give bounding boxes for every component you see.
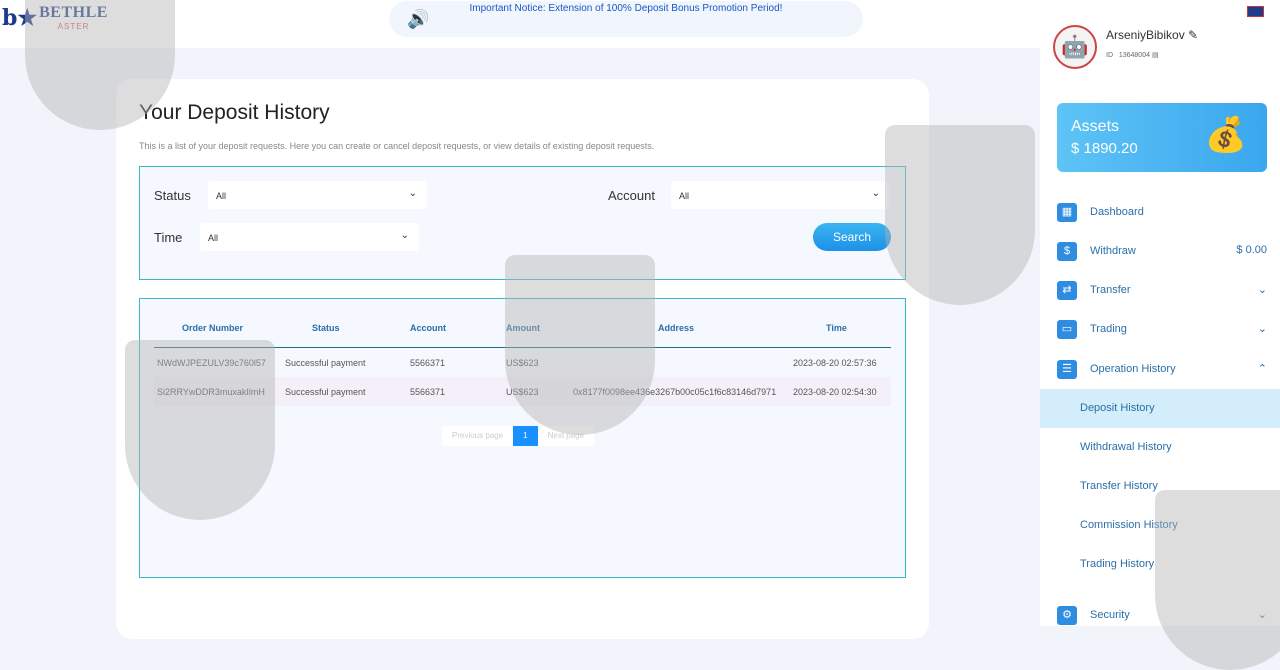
column-header: Status bbox=[312, 323, 340, 333]
nav-trading[interactable]: ▭ Trading ⌄ bbox=[1040, 310, 1280, 349]
column-header: Time bbox=[826, 323, 847, 333]
account-value: All bbox=[679, 191, 690, 201]
notice-text[interactable]: Important Notice: Extension of 100% Depo… bbox=[389, 3, 863, 14]
user-id: ID 13648004 ▤ bbox=[1106, 51, 1159, 59]
nav-label: Withdraw bbox=[1090, 245, 1136, 257]
trading-icon: ▭ bbox=[1057, 320, 1077, 339]
time-label: Time bbox=[154, 230, 183, 245]
account-label: Account bbox=[608, 188, 655, 203]
order-number: Si2RRYwDDR3muxakIlmH bbox=[157, 387, 265, 397]
nav-withdraw[interactable]: $ Withdraw $ 0.00 bbox=[1040, 232, 1280, 271]
nav-label: Dashboard bbox=[1090, 206, 1144, 218]
chevron-down-icon: ⌄ bbox=[1257, 284, 1267, 296]
nav-operation-history[interactable]: ☰ Operation History ⌃ bbox=[1040, 350, 1280, 389]
assets-card: Assets $ 1890.20 💰 bbox=[1057, 103, 1267, 172]
table-row[interactable]: NWdWJPEZULV39c760l57 Successful payment … bbox=[154, 348, 891, 377]
deposit-table: Order Number Status Account Amount Addre… bbox=[139, 298, 906, 578]
page-title: Your Deposit History bbox=[139, 101, 330, 124]
status-select[interactable]: All ⌄ bbox=[208, 181, 427, 209]
chevron-up-icon: ⌃ bbox=[1257, 363, 1267, 375]
status-cell: Successful payment bbox=[285, 387, 366, 397]
amount-cell: US$623 bbox=[506, 358, 539, 368]
username: ArseniyBibikov ✎ bbox=[1106, 28, 1198, 42]
logo-subtext: ASTER bbox=[57, 22, 90, 31]
nav-trading-history[interactable]: Trading History bbox=[1040, 545, 1280, 584]
page-1-button[interactable]: 1 bbox=[513, 426, 538, 446]
nav-label: Trading History bbox=[1080, 558, 1155, 570]
withdraw-amount: $ 0.00 bbox=[1236, 244, 1267, 256]
username-text: ArseniyBibikov bbox=[1106, 28, 1185, 42]
filter-panel: Status All ⌄ Account All ⌄ Time All ⌄ Searc… bbox=[139, 166, 906, 280]
column-header: Order Number bbox=[182, 323, 244, 333]
id-value: 13648004 bbox=[1118, 52, 1150, 59]
uk-flag-icon[interactable] bbox=[1247, 6, 1264, 17]
nav-commission-history[interactable]: Commission History bbox=[1040, 506, 1280, 545]
next-page-button[interactable]: Next page bbox=[537, 426, 595, 446]
nav-deposit-history[interactable]: Deposit History bbox=[1040, 389, 1280, 428]
nav-label: Operation History bbox=[1090, 363, 1176, 375]
table-row[interactable]: Si2RRYwDDR3muxakIlmH Successful payment … bbox=[154, 377, 891, 406]
account-select[interactable]: All ⌄ bbox=[671, 181, 890, 209]
search-button[interactable]: Search bbox=[813, 223, 891, 251]
notice-banner[interactable]: 🔊 Important Notice: Extension of 100% De… bbox=[389, 1, 863, 37]
time-cell: 2023-08-20 02:54:30 bbox=[793, 387, 877, 397]
page-description: This is a list of your deposit requests.… bbox=[139, 141, 655, 151]
account-cell: 5566371 bbox=[410, 387, 446, 397]
account-cell: 5566371 bbox=[410, 358, 446, 368]
logo-mark-icon: b★ bbox=[2, 4, 38, 31]
top-bar: b★ BETHLE ASTER 🔊 Important Notice: Exten… bbox=[0, 0, 1040, 48]
transfer-icon: ⇄ bbox=[1057, 281, 1077, 300]
nav-withdrawal-history[interactable]: Withdrawal History bbox=[1040, 428, 1280, 467]
nav-transfer-history[interactable]: Transfer History bbox=[1040, 467, 1280, 506]
nav-label: Security bbox=[1090, 609, 1130, 621]
nav-transfer[interactable]: ⇄ Transfer ⌄ bbox=[1040, 271, 1280, 310]
nav-label: Trading bbox=[1090, 323, 1127, 335]
avatar[interactable]: 🤖 bbox=[1053, 25, 1097, 69]
chevron-down-icon: ⌄ bbox=[871, 188, 880, 199]
gear-icon: ⚙ bbox=[1057, 606, 1077, 625]
previous-page-button[interactable]: Previous page bbox=[442, 426, 514, 446]
status-value: All bbox=[216, 191, 227, 201]
amount-cell: US$623 bbox=[506, 387, 539, 397]
column-header: Address bbox=[658, 323, 695, 333]
status-label: Status bbox=[154, 188, 191, 203]
assets-label: Assets bbox=[1071, 118, 1120, 135]
chevron-down-icon: ⌄ bbox=[1257, 323, 1267, 335]
status-cell: Successful payment bbox=[285, 358, 366, 368]
chevron-down-icon: ⌄ bbox=[408, 188, 417, 199]
nav-security[interactable]: ⚙ Security ⌄ bbox=[1040, 596, 1280, 635]
history-icon: ☰ bbox=[1057, 360, 1077, 379]
sidebar: 🤖 ArseniyBibikov ✎ ID 13648004 ▤ Assets … bbox=[1040, 0, 1280, 626]
order-number: NWdWJPEZULV39c760l57 bbox=[157, 358, 266, 368]
edit-icon[interactable]: ✎ bbox=[1188, 28, 1198, 42]
nav-label: Deposit History bbox=[1080, 402, 1155, 414]
nav-label: Withdrawal History bbox=[1080, 441, 1172, 453]
column-header: Amount bbox=[506, 323, 540, 333]
chevron-down-icon: ⌄ bbox=[400, 230, 409, 241]
nav-label: Commission History bbox=[1080, 519, 1178, 531]
copy-icon[interactable]: ▤ bbox=[1152, 52, 1159, 59]
logo[interactable]: b★ BETHLE ASTER bbox=[2, 4, 108, 31]
nav-dashboard[interactable]: ▦ Dashboard bbox=[1040, 193, 1280, 232]
wallet-icon: $ bbox=[1057, 242, 1077, 261]
time-cell: 2023-08-20 02:57:36 bbox=[793, 358, 877, 368]
time-select[interactable]: All ⌄ bbox=[200, 223, 419, 251]
dashboard-icon: ▦ bbox=[1057, 203, 1077, 222]
logo-text: BETHLE bbox=[39, 4, 108, 21]
column-header: Account bbox=[410, 323, 446, 333]
address-cell: 0x8177f0098ee436e3267b00c05c1f6c83146d79… bbox=[573, 387, 777, 397]
money-bag-icon: 💰 bbox=[1204, 116, 1247, 154]
deposit-history-panel: Your Deposit History This is a list of y… bbox=[116, 79, 929, 639]
nav-label: Transfer History bbox=[1080, 480, 1158, 492]
id-label: ID bbox=[1106, 52, 1113, 59]
pagination: Previous page 1 Next page bbox=[442, 426, 595, 446]
chevron-down-icon: ⌄ bbox=[1257, 609, 1267, 621]
nav-label: Transfer bbox=[1090, 284, 1131, 296]
assets-value: $ 1890.20 bbox=[1071, 140, 1138, 157]
time-value: All bbox=[208, 233, 219, 243]
